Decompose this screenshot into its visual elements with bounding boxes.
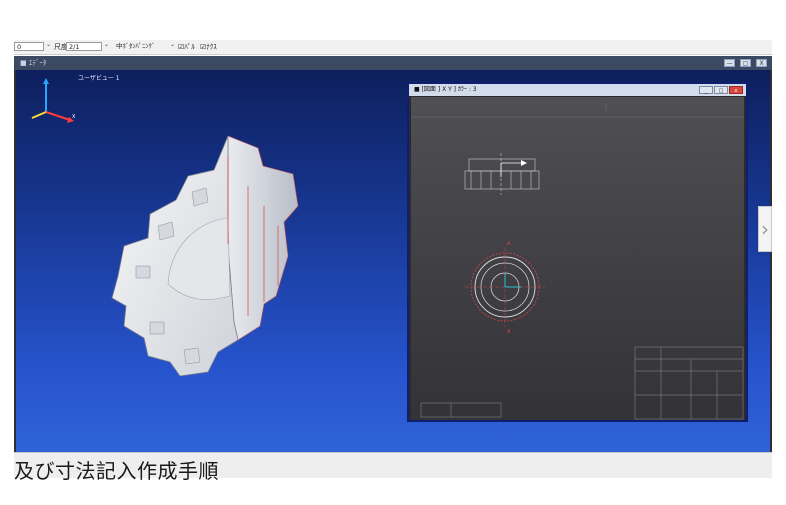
side-panel-toggle[interactable]: › [758,206,772,252]
svg-text:A: A [507,241,511,247]
layer-combo-value: 0 [17,43,22,51]
cad-window: ■ ｴﾃﾞｰﾀ — ▢ X ユーザビュー 1 X ■ [図面] X Y] ｶ… [14,56,772,452]
checkbox-1-label[interactable]: ☑ﾊﾟﾙ [178,42,195,52]
maximize-icon: □ [718,88,724,94]
front-view [464,153,540,195]
mode-combo[interactable]: 中ﾎﾞﾀﾝﾊﾟﾆﾝｸﾞ [114,42,170,51]
top-view: A A [465,241,545,335]
checkbox-2-label[interactable]: ☑ﾅｸｽ [200,42,217,52]
chevron-down-icon[interactable]: ⌄ [104,41,109,48]
minimize-icon: — [726,60,733,67]
title-block [420,346,744,420]
minimize-button[interactable]: — [724,59,735,67]
chevron-down-icon[interactable]: ⌄ [46,41,51,48]
drawing-window-titlebar: ■ [図面 ] X Y ] ｶﾗｰ : 3 _ □ x [409,84,746,96]
chevron-down-icon[interactable]: ⌄ [170,41,175,48]
scale-combo-value: 2/1 [69,43,80,51]
close-icon: x [734,88,738,94]
axis-triad-icon: X [31,78,76,123]
close-icon: X [759,60,764,67]
maximize-button[interactable]: ▢ [740,59,751,67]
drawing-window-title: ■ [図面 ] X Y ] ｶﾗｰ : 3 [414,86,477,93]
svg-text:X: X [72,114,76,120]
chevron-right-icon: › [761,217,769,241]
drawing-maximize-button[interactable]: □ [714,86,728,94]
drawing-minimize-button[interactable]: _ [699,86,713,94]
drawing-sheet-graphics: A A [411,103,744,420]
video-caption: 及び寸法記入作成手順 [14,459,219,483]
layer-combo[interactable]: 0 [14,42,44,51]
drawing-window[interactable]: ■ [図面 ] X Y ] ｶﾗｰ : 3 _ □ x A A [407,82,748,422]
minimize-icon: _ [704,88,708,94]
top-toolbar: 0 ⌄ 尺度 2/1 ⌄ 中ﾎﾞﾀﾝﾊﾟﾆﾝｸﾞ ⌄ ☑ﾊﾟﾙ ☑ﾅｸｽ [14,40,772,55]
drawing-close-button[interactable]: x [729,86,743,94]
scale-combo[interactable]: 2/1 [66,42,102,51]
cad-window-title: ■ ｴﾃﾞｰﾀ [20,59,47,67]
maximize-icon: ▢ [742,60,749,67]
cad-window-titlebar: ■ ｴﾃﾞｰﾀ — ▢ X [14,56,772,70]
mode-combo-value: 中ﾎﾞﾀﾝﾊﾟﾆﾝｸﾞ [116,42,155,50]
svg-text:A: A [507,329,511,335]
drawing-sheet[interactable]: A A [411,97,744,420]
gear-model [111,135,299,377]
close-button[interactable]: X [756,59,767,67]
